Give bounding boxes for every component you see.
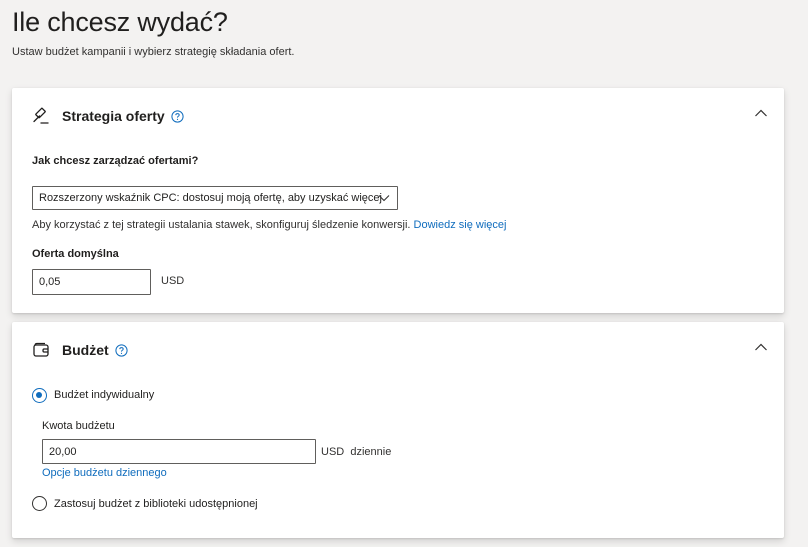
hint-text: Aby korzystać z tej strategii ustalania … [32, 219, 414, 231]
individual-budget-radio[interactable] [32, 388, 47, 403]
bid-strategy-card: Strategia oferty Jak chcesz zarządzać of… [12, 88, 784, 313]
budget-header: Budżet [32, 340, 128, 360]
page-title: Ile chcesz wydać? [12, 7, 228, 37]
bid-strategy-title: Strategia oferty [62, 108, 165, 124]
conversion-tracking-hint: Aby korzystać z tej strategii ustalania … [32, 219, 506, 231]
help-icon[interactable] [171, 109, 184, 123]
daily-budget-options-link[interactable]: Opcje budżetu dziennego [42, 467, 167, 479]
default-bid-input[interactable]: 0,05 [32, 269, 151, 295]
gavel-icon [33, 107, 49, 124]
wallet-icon [33, 342, 49, 357]
bid-strategy-selected-value: Rozszerzony wskaźnik CPC: dostosuj moją … [39, 192, 382, 204]
budget-amount-value: 20,00 [49, 445, 77, 458]
default-bid-label: Oferta domyślna [32, 248, 119, 260]
budget-amount-input[interactable]: 20,00 [42, 439, 316, 464]
shared-budget-label[interactable]: Zastosuj budżet z biblioteki udostępnion… [54, 498, 258, 510]
budget-title: Budżet [62, 342, 109, 358]
bid-strategy-dropdown[interactable]: Rozszerzony wskaźnik CPC: dostosuj moją … [32, 186, 398, 210]
shared-budget-radio[interactable] [32, 496, 47, 511]
bid-management-question: Jak chcesz zarządzać ofertami? [32, 155, 199, 167]
learn-more-link[interactable]: Dowiedz się więcej [414, 219, 507, 231]
collapse-chevron-up-icon[interactable] [754, 342, 768, 352]
default-bid-unit: USD [161, 275, 185, 287]
budget-amount-unit: USD dziennie [321, 446, 392, 458]
individual-budget-label[interactable]: Budżet indywidualny [54, 389, 154, 401]
bid-strategy-header: Strategia oferty [32, 106, 184, 126]
budget-card: Budżet Budżet indywidualny Kwota budżetu… [12, 322, 784, 538]
collapse-chevron-up-icon[interactable] [754, 108, 768, 118]
help-icon[interactable] [115, 343, 128, 357]
budget-amount-label: Kwota budżetu [42, 420, 115, 432]
default-bid-value: 0,05 [39, 276, 61, 288]
chevron-down-icon [378, 195, 390, 202]
page-subtitle: Ustaw budżet kampanii i wybierz strategi… [12, 46, 295, 58]
